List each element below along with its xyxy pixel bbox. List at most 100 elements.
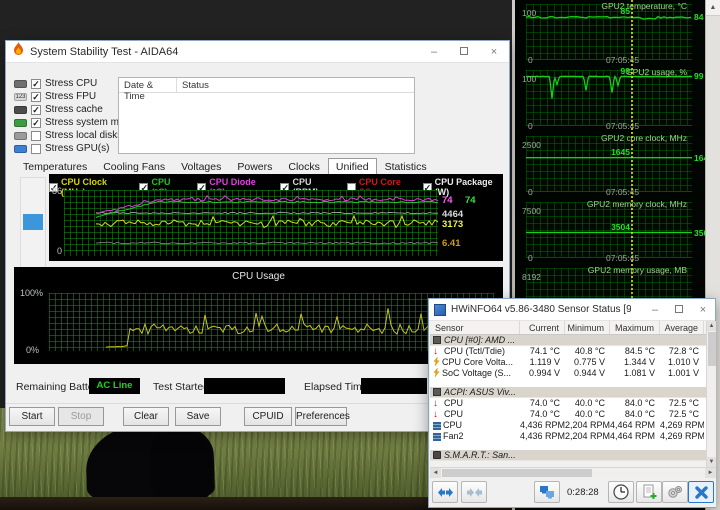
fan-icon (433, 432, 441, 441)
gpu-axis-max: 7500 (522, 206, 541, 216)
stress-checkbox[interactable]: ✓ (31, 91, 41, 102)
column-header-maximum: Maximum (610, 321, 660, 334)
sensor-section-row[interactable]: S.M.A.R.T.: San... (430, 450, 706, 461)
scroll-right-icon[interactable]: ► (705, 468, 716, 478)
clear-button[interactable]: Clear (123, 407, 169, 426)
sensor-row[interactable]: SoC Voltage (S... 0.994 V 0.944 V 1.081 V 1.… (430, 368, 706, 379)
gpu-plot-area (526, 70, 692, 126)
sensor-row[interactable]: ↓ CPU 74.0 °C 40.0 °C 84.0 °C 72.5 °C (430, 398, 706, 409)
scroll-up-icon[interactable]: ▲ (707, 321, 716, 331)
sensor-reading-value: 6.41 (442, 238, 461, 249)
maximize-icon[interactable] (449, 41, 479, 63)
sensor-value-cell: 1.010 V (667, 357, 699, 367)
stress-checkbox[interactable] (31, 143, 41, 154)
remote-sensors-button[interactable] (534, 481, 560, 503)
preferences-button[interactable]: Preferences (295, 407, 350, 426)
sensor-value-cell: 1.344 V (623, 357, 655, 367)
stress-checkbox[interactable]: ✓ (31, 117, 41, 128)
gpu-graph-title: GPU2 usage, % (626, 67, 687, 77)
temperature-icon: ↓ (433, 398, 438, 409)
close-sensors-button[interactable] (688, 481, 714, 503)
sensor-row[interactable]: Fan2 4,436 RPM 2,204 RPM 4,464 RPM 4,269 RPM (430, 431, 706, 442)
usage-y-min: 0% (26, 345, 40, 355)
gpu-graph-title: GPU2 core clock, MHz (601, 133, 687, 143)
test-started-value (204, 378, 285, 394)
sensor-table-header: Sensor Current Minimum Maximum Average (430, 321, 706, 335)
gpu-axis-max: 8192 (522, 272, 541, 282)
gpu-graph: GPU2 core clock, MHz 2500 0 07:05:45 1645 164… (518, 132, 713, 198)
sensor-name-cell: Fan2 (430, 431, 520, 442)
graph-scrollbar[interactable] (20, 177, 46, 271)
scroll-up-icon[interactable]: ▲ (706, 0, 720, 16)
legend-label: CPU Package (W) (434, 177, 493, 197)
temperature-icon: ↓ (433, 346, 438, 357)
gpu-axis-max: 100 (522, 74, 537, 84)
minimize-icon[interactable]: – (419, 41, 449, 63)
log-column-date-time: Date & Time (119, 78, 177, 102)
aida64-titlebar[interactable]: System Stability Test - AIDA64 – × (6, 41, 509, 63)
sensor-name-cell: ↓ CPU (Tctl/Tdie) (430, 346, 520, 357)
game-character-silhouette (150, 430, 212, 502)
stress-checkbox[interactable]: ✓ (31, 104, 41, 115)
stress-option-label: Stress local disks (45, 130, 123, 141)
report-button[interactable] (636, 481, 662, 503)
scrollbar-thumb[interactable] (708, 332, 716, 366)
stress-checkbox[interactable] (31, 130, 41, 141)
sensor-section-row[interactable]: ACPI: ASUS Viv... (430, 387, 706, 398)
aida64-flame-icon (12, 41, 25, 62)
disk-icon (433, 451, 441, 459)
sensor-table-vertical-scrollbar[interactable]: ▲ ▼ (706, 321, 716, 467)
save-button[interactable]: Save (175, 407, 221, 426)
temperature-icon: ↓ (433, 409, 438, 420)
sensor-row[interactable]: ↓ CPU 74.0 °C 40.0 °C 84.0 °C 72.5 °C (430, 409, 706, 420)
sensor-row[interactable]: CPU Core Volta... 1.119 V 0.775 V 1.344 V 1.… (430, 357, 706, 368)
scroll-left-icon[interactable]: ◄ (430, 468, 441, 478)
maximize-icon[interactable] (667, 299, 691, 321)
sensor-row[interactable]: ↓ CPU (Tctl/Tdie) 74.1 °C 40.8 °C 84.5 °C 72.… (430, 346, 706, 357)
sensor-name: CPU (444, 409, 464, 419)
gpu-graph: GPU2 temperature, °C 100 0 07:05:45 85 84 (518, 0, 707, 66)
sensor-section-label: S.M.A.R.T.: San... (444, 449, 516, 460)
gpu-graph-title: GPU2 memory usage, MB (587, 265, 687, 275)
sensor-value-cell: 0.994 V (528, 368, 560, 378)
scroll-down-icon[interactable]: ▼ (707, 457, 716, 467)
test-log-list[interactable]: Date & Time Status (118, 77, 415, 154)
stress-option-label: Stress FPU (45, 91, 97, 102)
gpu-cursor-time: 07:05:45 (606, 187, 640, 197)
fan-icon (433, 421, 441, 430)
sensor-value-cell: 0.944 V (573, 368, 605, 378)
sensor-name: CPU (444, 398, 464, 408)
sensor-table-horizontal-scrollbar[interactable]: ◄ ► (430, 467, 716, 478)
gpu-current-value: 84 (694, 12, 704, 23)
start-button[interactable]: Start (9, 407, 55, 426)
cpu-usage-title: CPU Usage (232, 271, 285, 282)
sensor-row[interactable]: CPU 4,436 RPM 2,204 RPM 4,464 RPM 4,269 RPM (430, 420, 706, 431)
settings-button[interactable] (662, 481, 688, 503)
sensor-reading-value: 74 (442, 195, 453, 206)
hwinfo-titlebar[interactable]: HWiNFO64 v5.86-3480 Sensor Status [93 va… (429, 299, 715, 321)
scrollbar-thumb[interactable] (442, 469, 592, 477)
scrollbar-thumb[interactable] (23, 214, 43, 230)
sensor-section-row[interactable]: CPU [#0]: AMD ... (430, 335, 706, 346)
back-forward-button[interactable] (432, 481, 458, 503)
cpuid-button[interactable]: CPUID (244, 407, 292, 426)
sensor-name: CPU (Tctl/Tdie) (444, 346, 506, 356)
y-axis-max: 86 (51, 186, 62, 196)
sensor-value-cell: 74.0 °C (529, 398, 560, 408)
minimize-icon[interactable]: – (643, 299, 667, 321)
stress-checkbox[interactable]: ✓ (31, 78, 41, 89)
graph-line (526, 157, 692, 159)
sensor-plot-area (64, 190, 438, 256)
gpu-axis-min: 0 (528, 121, 533, 131)
gpu-cursor-value: 99 (620, 66, 630, 76)
close-icon[interactable]: × (691, 299, 715, 321)
close-icon[interactable]: × (479, 41, 509, 63)
log-column-status: Status (182, 80, 209, 91)
graph-cursor-line (631, 0, 633, 302)
clock-button[interactable] (608, 481, 634, 503)
stop-button[interactable]: Stop (58, 407, 104, 426)
collapse-button-disabled[interactable] (461, 481, 487, 503)
back-forward-arrows-icon (437, 487, 453, 497)
voltage-icon (433, 368, 440, 379)
sensor-value-cell: 72.5 °C (668, 409, 699, 419)
